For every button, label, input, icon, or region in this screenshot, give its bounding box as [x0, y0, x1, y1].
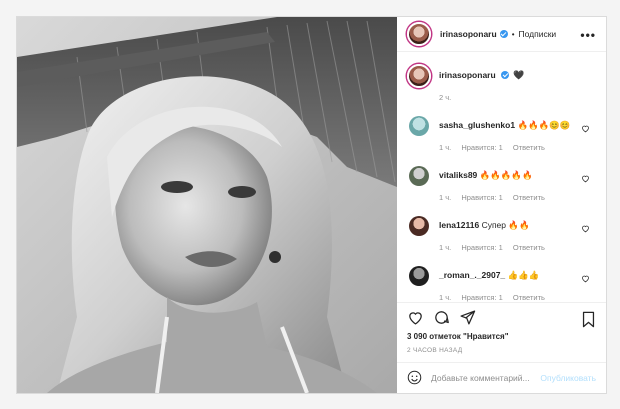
more-horizontal-icon[interactable]: •••: [580, 28, 596, 42]
comment-text: 👍👍👍: [507, 270, 540, 281]
likes-count[interactable]: 3 090 отметок "Нравится": [397, 332, 606, 343]
emoji-icon[interactable]: [407, 370, 422, 387]
comment-body: _roman_._2907_ 👍👍👍 1 ч. Нравится: 1 Отве…: [439, 266, 577, 302]
comment-reply-button[interactable]: Ответить: [513, 143, 545, 152]
post-header: irinasoponaru • Подписки •••: [397, 17, 606, 53]
comment-avatar[interactable]: [409, 166, 429, 187]
comment-meta: 1 ч. Нравится: 1 Ответить: [439, 293, 577, 302]
post-photo[interactable]: [17, 17, 397, 393]
comment-avatar[interactable]: [409, 216, 429, 237]
comment-body: vitaliks89 🔥🔥🔥🔥🔥 1 ч. Нравится: 1 Ответи…: [439, 166, 577, 202]
caption-avatar[interactable]: [407, 64, 431, 89]
comment-username[interactable]: _roman_._2907_: [439, 270, 505, 280]
comment-time[interactable]: 1 ч.: [439, 293, 451, 302]
caption-time: 2 ч.: [439, 93, 452, 103]
verified-badge-icon: [500, 71, 509, 80]
caption-text: 🖤: [513, 70, 525, 81]
comment-likes[interactable]: Нравится: 1: [461, 243, 502, 252]
comment-reply-button[interactable]: Ответить: [513, 293, 545, 302]
comment-time[interactable]: 1 ч.: [439, 143, 451, 152]
comment-heart-icon[interactable]: [581, 174, 590, 185]
comment-username[interactable]: lena12116: [439, 220, 479, 230]
comment-meta: 1 ч. Нравится: 1 Ответить: [439, 243, 577, 252]
comment-heart-icon[interactable]: [581, 224, 590, 235]
comment-item: vitaliks89 🔥🔥🔥🔥🔥 1 ч. Нравится: 1 Ответи…: [407, 166, 596, 202]
comment-text: 🔥🔥🔥😊😊: [517, 120, 571, 131]
comment-likes[interactable]: Нравится: 1: [461, 143, 502, 152]
comment-meta: 1 ч. Нравится: 1 Ответить: [439, 193, 577, 202]
comment-avatar[interactable]: [409, 266, 429, 287]
instagram-post: irinasoponaru • Подписки ••• irinasopona…: [16, 16, 607, 394]
comment-heart-icon[interactable]: [581, 124, 590, 135]
add-comment-input[interactable]: Добавьте комментарий...: [431, 373, 540, 383]
add-comment-bar: Добавьте комментарий... Опубликовать: [397, 362, 606, 393]
comment-time[interactable]: 1 ч.: [439, 193, 451, 202]
comment-likes[interactable]: Нравится: 1: [461, 293, 502, 302]
comment-text: Супер 🔥🔥: [481, 220, 530, 231]
comment-reply-button[interactable]: Ответить: [513, 243, 545, 252]
comment-text: 🔥🔥🔥🔥🔥: [479, 170, 533, 181]
comment-body: lena12116 Супер 🔥🔥 1 ч. Нравится: 1 Отве…: [439, 216, 577, 252]
comment-avatar[interactable]: [409, 116, 429, 137]
verified-badge-icon: [499, 30, 508, 39]
caption-body: irinasoponaru 🖤 2 ч.: [439, 64, 524, 102]
separator-dot: •: [511, 29, 515, 39]
comment-reply-button[interactable]: Ответить: [513, 193, 545, 202]
comment-meta: 1 ч. Нравится: 1 Ответить: [439, 143, 577, 152]
comment-heart-icon[interactable]: [581, 274, 590, 285]
action-bar: [397, 302, 606, 332]
following-button[interactable]: Подписки: [519, 29, 557, 39]
comments-section: irinasoponaru 🖤 2 ч. sasha_glushenko1 🔥🔥…: [397, 52, 606, 302]
comment-body: sasha_glushenko1 🔥🔥🔥😊😊 1 ч. Нравится: 1 …: [439, 116, 577, 152]
heart-icon[interactable]: [407, 309, 424, 326]
caption-username[interactable]: irinasoponaru: [439, 70, 496, 80]
comment-item: sasha_glushenko1 🔥🔥🔥😊😊 1 ч. Нравится: 1 …: [407, 116, 596, 152]
comment-item: _roman_._2907_ 👍👍👍 1 ч. Нравится: 1 Отве…: [407, 266, 596, 302]
comment-likes[interactable]: Нравится: 1: [461, 193, 502, 202]
comment-item: lena12116 Супер 🔥🔥 1 ч. Нравится: 1 Отве…: [407, 216, 596, 252]
comment-time[interactable]: 1 ч.: [439, 243, 451, 252]
comment-username[interactable]: vitaliks89: [439, 170, 477, 180]
comment-username[interactable]: sasha_glushenko1: [439, 120, 515, 130]
comment-list: sasha_glushenko1 🔥🔥🔥😊😊 1 ч. Нравится: 1 …: [407, 116, 596, 302]
author-avatar[interactable]: [407, 22, 431, 47]
publish-button[interactable]: Опубликовать: [540, 373, 596, 383]
bookmark-icon[interactable]: [581, 311, 596, 330]
share-icon[interactable]: [459, 309, 476, 326]
post-sidebar: irinasoponaru • Подписки ••• irinasopona…: [397, 17, 606, 393]
post-photo-image: [17, 17, 397, 393]
author-username[interactable]: irinasoponaru: [440, 29, 497, 39]
comment-icon[interactable]: [433, 309, 450, 326]
post-caption: irinasoponaru 🖤 2 ч.: [407, 64, 596, 102]
post-time-ago[interactable]: 2 ЧАСОВ НАЗАД: [397, 343, 606, 362]
